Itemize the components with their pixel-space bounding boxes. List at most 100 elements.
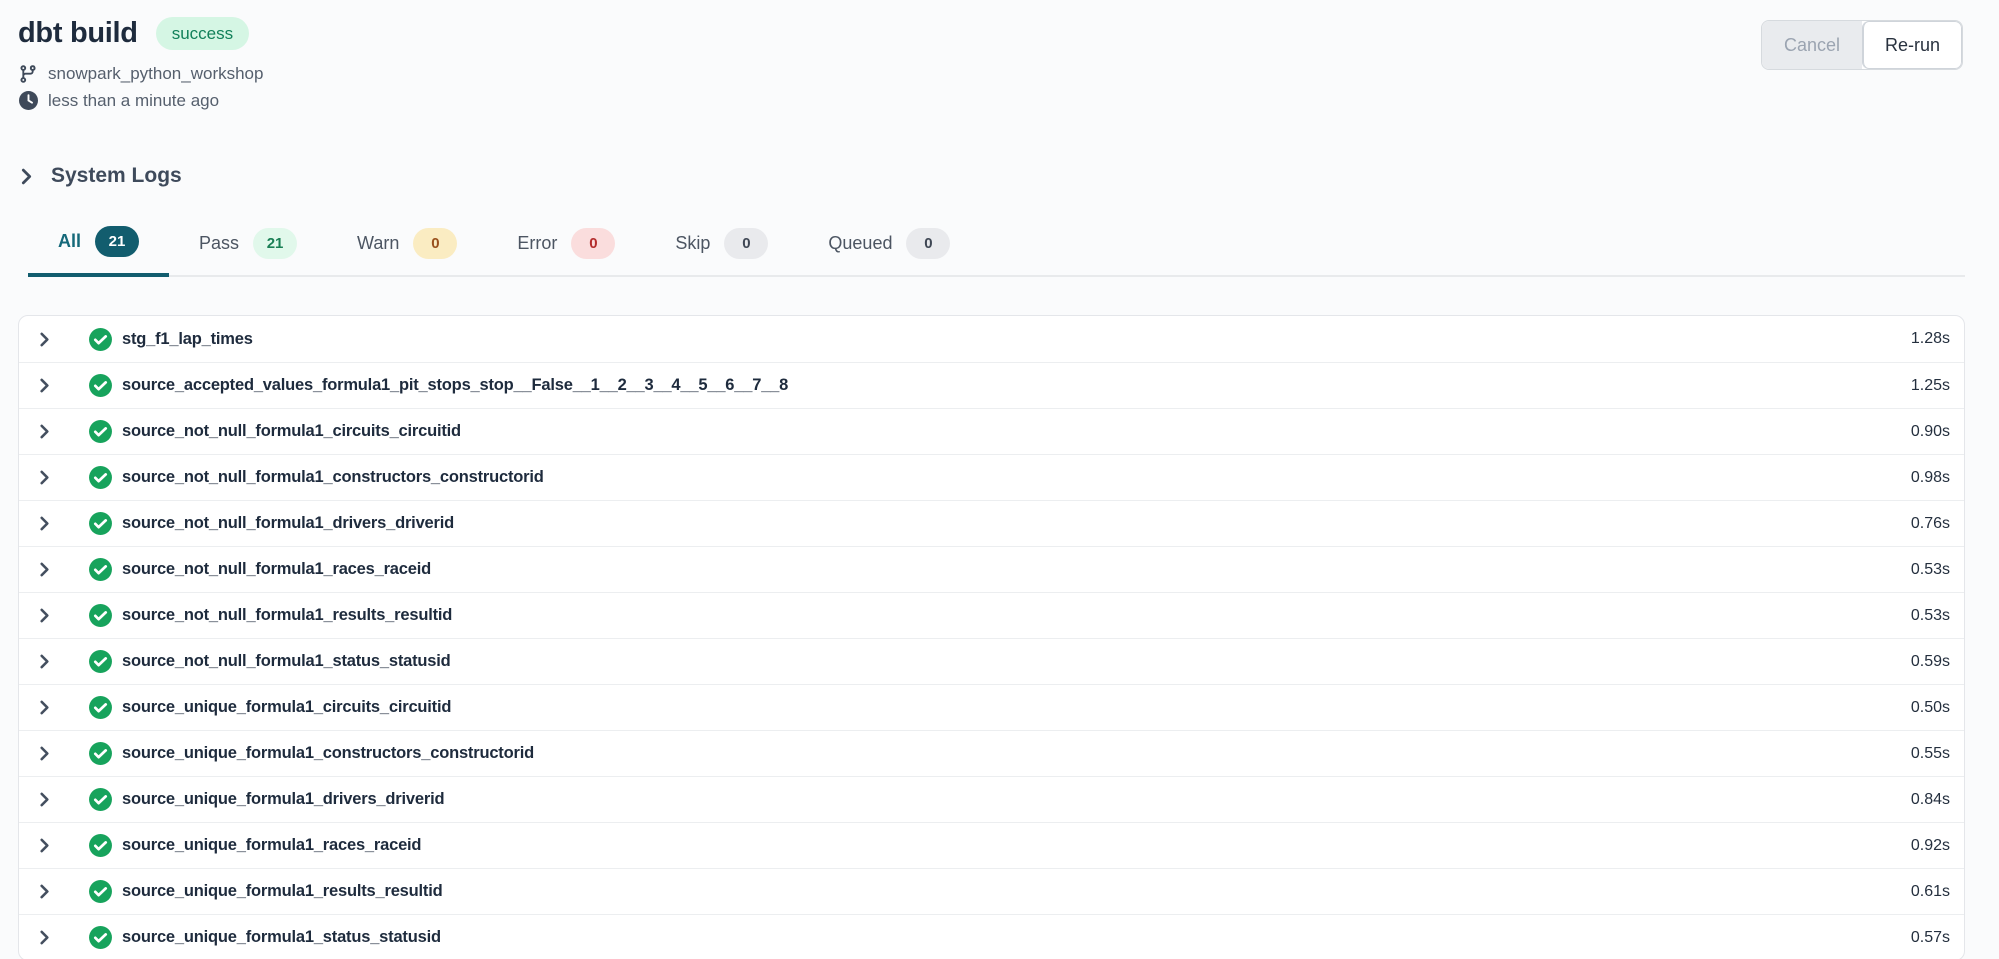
system-logs-label: System Logs <box>51 164 182 188</box>
time-ago: less than a minute ago <box>48 91 219 111</box>
pass-check-icon <box>88 419 113 444</box>
run-page: dbt build success snowpark_python_worksh… <box>0 0 1999 959</box>
result-name: source_accepted_values_formula1_pit_stop… <box>122 376 788 395</box>
pass-check-icon <box>88 557 113 582</box>
rerun-button[interactable]: Re-run <box>1862 21 1962 69</box>
system-logs-toggle[interactable]: System Logs <box>18 164 182 188</box>
result-row[interactable]: source_not_null_formula1_status_statusid… <box>19 638 1964 684</box>
results-list: stg_f1_lap_times 1.28s source_accepted_v… <box>18 315 1965 959</box>
title-row: dbt build success <box>18 14 263 52</box>
page-title: dbt build <box>18 14 138 52</box>
tab-queued[interactable]: Queued 0 <box>798 226 980 277</box>
status-tabs: All 21 Pass 21 Warn 0 Error 0 Skip 0 Que… <box>28 226 1965 277</box>
clock-icon <box>18 91 38 110</box>
chevron-right-icon[interactable] <box>37 792 52 807</box>
chevron-right-icon[interactable] <box>37 838 52 853</box>
result-name: source_unique_formula1_races_raceid <box>122 836 421 855</box>
branch-name: snowpark_python_workshop <box>48 64 263 84</box>
tab-count-badge: 0 <box>906 228 950 259</box>
tab-label: Pass <box>199 233 239 254</box>
tab-pass[interactable]: Pass 21 <box>169 226 327 277</box>
cancel-button[interactable]: Cancel <box>1762 21 1862 69</box>
result-row[interactable]: source_unique_formula1_drivers_driverid … <box>19 776 1964 822</box>
pass-check-icon <box>88 649 113 674</box>
chevron-right-icon[interactable] <box>37 884 52 899</box>
chevron-right-icon[interactable] <box>37 470 52 485</box>
tab-count-badge: 0 <box>413 228 457 259</box>
result-duration: 0.57s <box>1911 929 1950 947</box>
tab-label: Queued <box>828 233 892 254</box>
result-row[interactable]: source_unique_formula1_constructors_cons… <box>19 730 1964 776</box>
result-name: source_unique_formula1_constructors_cons… <box>122 744 534 763</box>
result-duration: 0.55s <box>1911 745 1950 763</box>
status-badge: success <box>156 17 249 50</box>
chevron-right-icon[interactable] <box>37 332 52 347</box>
branch-row: snowpark_python_workshop <box>18 60 263 87</box>
result-row[interactable]: source_not_null_formula1_drivers_driveri… <box>19 500 1964 546</box>
result-duration: 0.50s <box>1911 699 1950 717</box>
result-row[interactable]: source_unique_formula1_status_statusid 0… <box>19 914 1964 959</box>
result-duration: 0.98s <box>1911 469 1950 487</box>
result-name: source_not_null_formula1_constructors_co… <box>122 468 544 487</box>
tab-count-badge: 21 <box>95 226 139 257</box>
result-name: source_not_null_formula1_circuits_circui… <box>122 422 461 441</box>
run-actions: Cancel Re-run <box>1761 20 1963 70</box>
run-header-left: dbt build success snowpark_python_worksh… <box>18 14 263 114</box>
result-duration: 0.59s <box>1911 653 1950 671</box>
result-row[interactable]: source_unique_formula1_circuits_circuiti… <box>19 684 1964 730</box>
result-row[interactable]: source_unique_formula1_results_resultid … <box>19 868 1964 914</box>
result-row[interactable]: source_not_null_formula1_races_raceid 0.… <box>19 546 1964 592</box>
result-row[interactable]: source_unique_formula1_races_raceid 0.92… <box>19 822 1964 868</box>
time-row: less than a minute ago <box>18 87 263 114</box>
pass-check-icon <box>88 695 113 720</box>
result-name: stg_f1_lap_times <box>122 330 253 349</box>
tab-label: Error <box>517 233 557 254</box>
tab-count-badge: 21 <box>253 228 297 259</box>
chevron-right-icon[interactable] <box>37 516 52 531</box>
result-duration: 0.61s <box>1911 883 1950 901</box>
result-duration: 0.53s <box>1911 561 1950 579</box>
pass-check-icon <box>88 465 113 490</box>
tab-count-badge: 0 <box>724 228 768 259</box>
chevron-right-icon[interactable] <box>37 654 52 669</box>
result-row[interactable]: source_accepted_values_formula1_pit_stop… <box>19 362 1964 408</box>
result-name: source_unique_formula1_status_statusid <box>122 928 441 947</box>
tab-warn[interactable]: Warn 0 <box>327 226 487 277</box>
chevron-right-icon[interactable] <box>37 378 52 393</box>
result-duration: 0.92s <box>1911 837 1950 855</box>
pass-check-icon <box>88 879 113 904</box>
run-header: dbt build success snowpark_python_worksh… <box>18 14 1981 114</box>
chevron-right-icon[interactable] <box>37 424 52 439</box>
chevron-right-icon <box>18 168 35 185</box>
run-meta: snowpark_python_workshop less than a min… <box>18 60 263 114</box>
result-row[interactable]: stg_f1_lap_times 1.28s <box>19 316 1964 362</box>
pass-check-icon <box>88 741 113 766</box>
result-name: source_unique_formula1_results_resultid <box>122 882 442 901</box>
result-duration: 0.53s <box>1911 607 1950 625</box>
result-row[interactable]: source_not_null_formula1_results_resulti… <box>19 592 1964 638</box>
tab-skip[interactable]: Skip 0 <box>645 226 798 277</box>
chevron-right-icon[interactable] <box>37 746 52 761</box>
chevron-right-icon[interactable] <box>37 608 52 623</box>
pass-check-icon <box>88 511 113 536</box>
result-duration: 0.90s <box>1911 423 1950 441</box>
chevron-right-icon[interactable] <box>37 930 52 945</box>
tab-error[interactable]: Error 0 <box>487 226 645 277</box>
git-branch-icon <box>18 64 38 84</box>
result-duration: 0.84s <box>1911 791 1950 809</box>
chevron-right-icon[interactable] <box>37 562 52 577</box>
result-duration: 1.25s <box>1911 377 1950 395</box>
chevron-right-icon[interactable] <box>37 700 52 715</box>
result-duration: 1.28s <box>1911 330 1950 348</box>
tab-all[interactable]: All 21 <box>28 226 169 277</box>
result-name: source_not_null_formula1_drivers_driveri… <box>122 514 454 533</box>
pass-check-icon <box>88 925 113 950</box>
result-row[interactable]: source_not_null_formula1_circuits_circui… <box>19 408 1964 454</box>
result-name: source_unique_formula1_circuits_circuiti… <box>122 698 451 717</box>
result-name: source_not_null_formula1_status_statusid <box>122 652 451 671</box>
tab-count-badge: 0 <box>571 228 615 259</box>
result-row[interactable]: source_not_null_formula1_constructors_co… <box>19 454 1964 500</box>
tab-label: Skip <box>675 233 710 254</box>
tab-label: Warn <box>357 233 399 254</box>
result-name: source_not_null_formula1_results_resulti… <box>122 606 452 625</box>
